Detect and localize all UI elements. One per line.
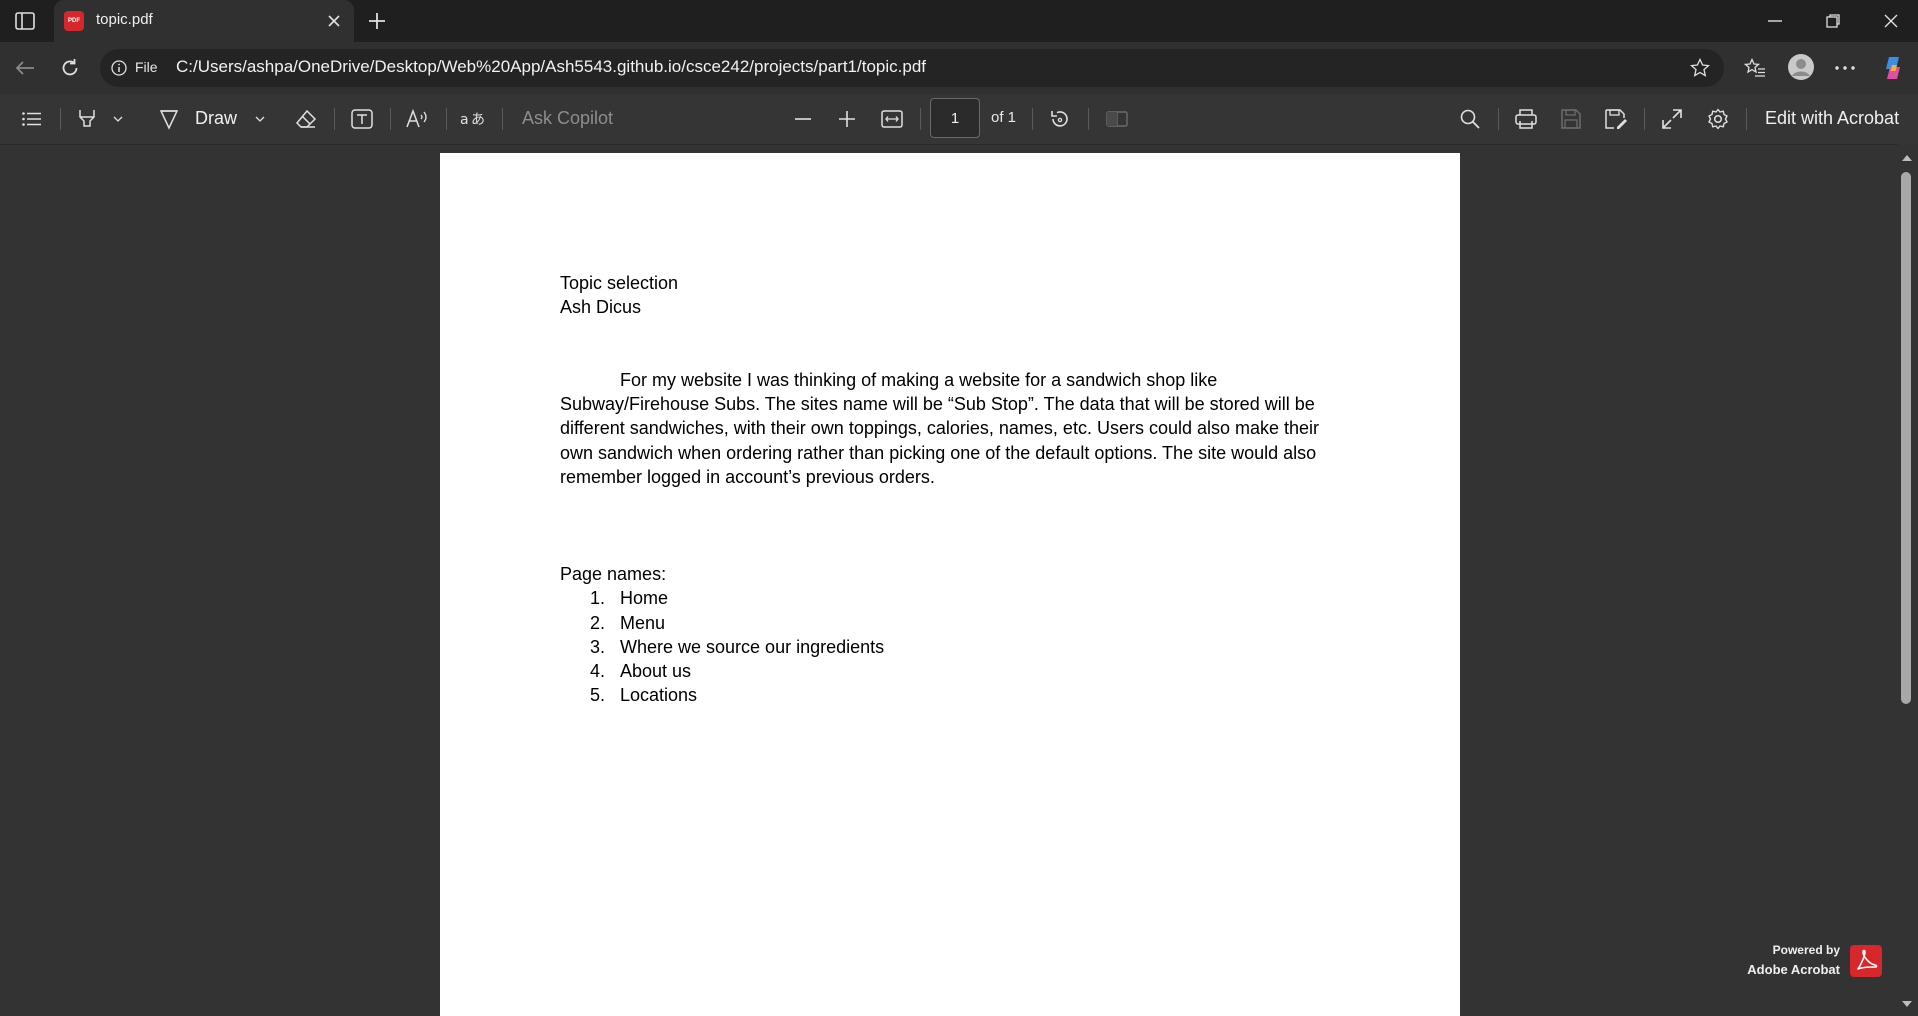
save-as-icon[interactable] [1602,106,1630,132]
refresh-icon[interactable] [55,54,85,82]
favicon-label: PDF [68,18,80,24]
paragraph-line: own sandwich when ordering rather than p… [560,443,1317,463]
list-item-number: 4. [590,661,606,681]
copilot-icon[interactable] [1878,53,1908,83]
scroll-down-arrow-icon[interactable] [1900,998,1914,1010]
draw-dropdown-chevron-icon[interactable] [252,111,268,127]
fullscreen-icon[interactable] [1658,106,1686,132]
eraser-icon[interactable] [292,106,320,132]
list-item: Menu [620,613,666,633]
draw-icon[interactable] [156,106,182,132]
sidebar-toggle-icon[interactable] [12,9,38,33]
rotate-icon[interactable] [1046,106,1074,132]
fit-width-icon[interactable] [878,106,906,132]
tab-topic-pdf[interactable]: PDF topic.pdf [54,0,354,42]
save-icon[interactable] [1558,106,1584,132]
window-close-icon[interactable] [1876,8,1906,34]
navigation-bar: File C:/Users/ashpa/OneDrive/Desktop/Web… [0,42,1918,94]
list-item: Home [620,588,669,608]
page-number-value: 1 [950,109,960,127]
tab-title: topic.pdf [96,11,153,28]
powered-by-line1: Powered by [1772,943,1840,957]
zoom-in-icon[interactable] [834,106,860,132]
read-aloud-icon[interactable] [404,106,432,132]
new-tab-icon[interactable] [364,8,390,34]
list-heading: Page names: [560,564,667,584]
search-icon[interactable] [1456,106,1484,132]
document-title: Topic selection [560,273,679,293]
pdf-favicon-icon: PDF [64,11,84,31]
scroll-up-arrow-icon[interactable] [1900,152,1914,164]
address-bar[interactable]: File C:/Users/ashpa/OneDrive/Desktop/Web… [100,49,1724,87]
restore-icon[interactable] [1818,8,1848,34]
paragraph-line: For my website I was thinking of making … [620,370,1218,390]
print-icon[interactable] [1512,106,1540,132]
list-item: About us [620,661,692,681]
pdf-toolbar: Draw aあ Ask Copilot 1 of 1 Edit with Acr… [0,94,1918,145]
page-number-input[interactable]: 1 [930,98,980,138]
powered-by-acrobat: Powered by Adobe Acrobat [1740,942,1884,982]
url-text[interactable]: C:/Users/ashpa/OneDrive/Desktop/Web%20Ap… [176,57,926,77]
acrobat-logo-icon [1850,945,1882,977]
scheme-label: File [135,59,158,75]
draw-label[interactable]: Draw [195,108,237,129]
favorites-icon[interactable] [1740,54,1770,82]
back-icon[interactable] [10,54,40,82]
info-icon[interactable] [110,59,128,77]
list-item-number: 3. [590,637,606,657]
settings-icon[interactable] [1704,106,1732,132]
two-page-icon[interactable] [1104,106,1130,132]
paragraph-line: Subway/Firehouse Subs. The sites name wi… [560,394,1315,414]
list-item-number: 2. [590,613,606,633]
page-total: of 1 [991,109,1017,126]
highlight-icon[interactable] [74,106,100,132]
minimize-icon[interactable] [1760,8,1790,34]
document-author: Ash Dicus [560,297,642,317]
favorite-star-icon[interactable] [1688,57,1712,79]
list-item-number: 5. [590,685,606,705]
edit-with-acrobat-button[interactable]: Edit with Acrobat [1765,108,1899,129]
svg-text:a: a [460,112,469,128]
close-icon[interactable] [324,11,344,31]
profile-icon[interactable] [1786,52,1816,82]
scrollbar-thumb[interactable] [1901,172,1911,704]
tab-strip: PDF topic.pdf [0,0,1918,42]
list-item: Locations [620,685,698,705]
list-item: Where we source our ingredients [620,637,885,657]
more-icon[interactable] [1830,54,1860,82]
pdf-page: Topic selection Ash Dicus For my website… [440,153,1460,1016]
translate-icon[interactable]: aあ [458,106,488,132]
zoom-out-icon[interactable] [790,106,816,132]
contents-icon[interactable] [18,106,46,132]
text-box-icon[interactable] [348,106,376,132]
ask-copilot-button[interactable]: Ask Copilot [522,108,613,129]
paragraph-line: remember logged in account’s previous or… [560,467,935,487]
highlight-dropdown-chevron-icon[interactable] [110,111,126,127]
paragraph-line: different sandwiches, with their own top… [560,418,1320,438]
list-item-number: 1. [590,588,606,608]
svg-text:あ: あ [471,112,485,128]
powered-by-line2: Adobe Acrobat [1747,962,1840,977]
